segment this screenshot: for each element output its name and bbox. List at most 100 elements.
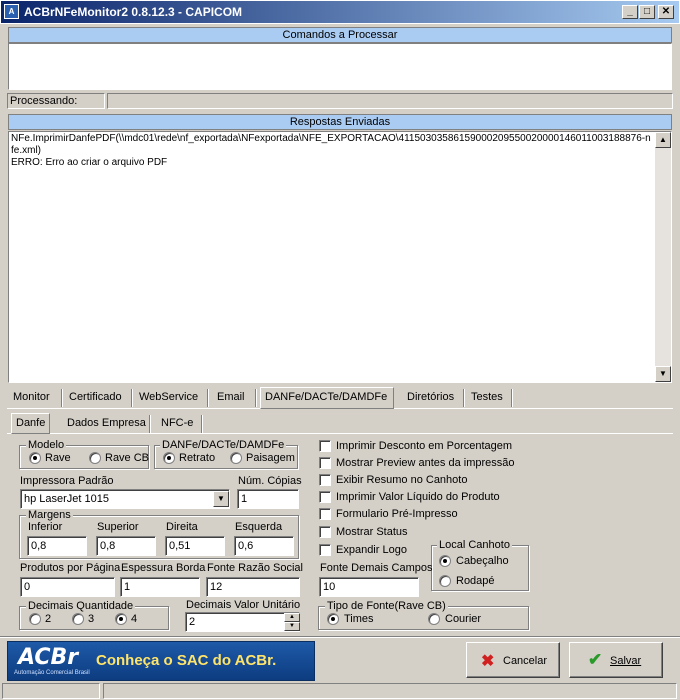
- paisagem-radio[interactable]: [230, 452, 242, 464]
- tab-separator: [511, 389, 512, 407]
- banner-slogan: Conheça o SAC do ACBr.: [96, 652, 277, 669]
- font-courier-radio[interactable]: [428, 613, 440, 625]
- copies-input[interactable]: 1: [237, 489, 299, 509]
- products-per-page-label: Produtos por Página: [20, 562, 121, 574]
- decimals-unit-label: Decimais Valor Unitário: [186, 599, 301, 611]
- close-button[interactable]: ✕: [658, 5, 674, 19]
- font-courier-label: Courier: [445, 613, 482, 625]
- decimals-qty-2-label: 2: [45, 613, 52, 625]
- minimize-button[interactable]: _: [622, 5, 638, 19]
- checkbox-show-preview-label: Mostrar Preview antes da impressão: [336, 457, 515, 469]
- responses-header: Respostas Enviadas: [8, 114, 672, 130]
- responses-scrollbar[interactable]: ▲ ▼: [655, 132, 671, 382]
- spin-up-icon[interactable]: ▲: [284, 613, 300, 622]
- stub-header-label: Cabeçalho: [456, 555, 509, 567]
- subtab-danfe[interactable]: Danfe: [11, 413, 51, 434]
- copies-label: Núm. Cópias: [238, 475, 302, 487]
- paisagem-label: Paisagem: [246, 452, 295, 464]
- checkbox-expand-logo-label: Expandir Logo: [336, 544, 407, 556]
- acbr-logo: ACBr: [18, 645, 79, 670]
- products-per-page-input[interactable]: 0: [20, 577, 115, 597]
- margin-inferior-input[interactable]: 0,8: [27, 536, 87, 556]
- checkmark-icon: ✔: [588, 650, 603, 669]
- margin-direita-label: Direita: [166, 521, 198, 533]
- commands-header: Comandos a Processar: [8, 27, 672, 43]
- tab-webservice[interactable]: WebService: [135, 388, 202, 408]
- stub-footer-radio[interactable]: [439, 575, 451, 587]
- save-button[interactable]: ✔ Salvar: [569, 642, 663, 678]
- font-company-input[interactable]: 12: [206, 577, 300, 597]
- border-thickness-label: Espessura Borda: [121, 562, 206, 574]
- cancel-button[interactable]: ✖ Cancelar: [466, 642, 560, 678]
- printer-value: hp LaserJet 1015: [24, 493, 110, 505]
- window-title: ACBrNFeMonitor2 0.8.12.3 - CAPICOM: [24, 5, 243, 19]
- printer-select[interactable]: hp LaserJet 1015: [20, 489, 230, 509]
- decimals-qty-4-radio[interactable]: [115, 613, 127, 625]
- decimals-unit-input[interactable]: 2: [185, 612, 300, 632]
- danfe-orientation-title: DANFe/DACTe/DAMDFe: [160, 439, 287, 451]
- save-button-label: Salvar: [610, 655, 642, 667]
- stub-location-title: Local Canhoto: [437, 539, 512, 551]
- checkbox-expand-logo[interactable]: [319, 544, 331, 556]
- tab-certificado[interactable]: Certificado: [65, 388, 126, 408]
- responses-text: NFe.ImprimirDanfePDF(\\mdc01\rede\nf_exp…: [11, 133, 651, 168]
- checkbox-discount-percent[interactable]: [319, 440, 331, 452]
- retrato-label: Retrato: [179, 452, 216, 464]
- responses-memo[interactable]: NFe.ImprimirDanfePDF(\\mdc01\rede\nf_exp…: [8, 131, 672, 383]
- margin-esquerda-input[interactable]: 0,6: [234, 536, 294, 556]
- tab-diretorios[interactable]: Diretórios: [403, 388, 458, 408]
- margin-superior-label: Superior: [97, 521, 139, 533]
- margin-direita-input[interactable]: 0,51: [165, 536, 225, 556]
- checkbox-preprinted-form-label: Formulario Pré-Impresso: [336, 508, 458, 520]
- tab-testes[interactable]: Testes: [467, 388, 507, 408]
- tab-monitor[interactable]: Monitor: [9, 388, 54, 408]
- checkbox-stub-summary[interactable]: [319, 474, 331, 486]
- font-times-radio[interactable]: [327, 613, 339, 625]
- acbr-banner[interactable]: ACBr Automação Comercial Brasil Conheça …: [7, 641, 315, 681]
- modelo-rave-label: Rave: [45, 452, 71, 464]
- tab-separator: [131, 389, 132, 407]
- retrato-radio[interactable]: [163, 452, 175, 464]
- decimals-qty-3-radio[interactable]: [72, 613, 84, 625]
- tab-separator: [61, 389, 62, 407]
- decimals-qty-title: Decimais Quantidade: [26, 600, 136, 612]
- checkbox-show-preview[interactable]: [319, 457, 331, 469]
- decimals-qty-2-radio[interactable]: [29, 613, 41, 625]
- tab-email[interactable]: Email: [213, 388, 249, 408]
- printer-label: Impressora Padrão: [20, 475, 114, 487]
- border-thickness-input[interactable]: 1: [120, 577, 200, 597]
- checkbox-net-value[interactable]: [319, 491, 331, 503]
- subtab-dados-empresa[interactable]: Dados Empresa: [63, 414, 150, 434]
- tab-separator: [255, 389, 256, 407]
- modelo-ravecb-radio[interactable]: [89, 452, 101, 464]
- subtab-nfce[interactable]: NFC-e: [157, 414, 197, 434]
- modelo-rave-radio[interactable]: [29, 452, 41, 464]
- main-tab-bar: Monitor Certificado WebService Email DAN…: [7, 387, 673, 409]
- checkbox-discount-percent-label: Imprimir Desconto em Porcentagem: [336, 440, 513, 452]
- status-panel-left: [2, 683, 100, 699]
- processing-label-panel: Processando:: [7, 93, 105, 109]
- cancel-button-label: Cancelar: [503, 655, 548, 667]
- stub-header-radio[interactable]: [439, 555, 451, 567]
- font-type-title: Tipo de Fonte(Rave CB): [325, 600, 448, 612]
- checkbox-stub-summary-label: Exibir Resumo no Canhoto: [336, 474, 468, 486]
- scroll-down-arrow-icon[interactable]: ▼: [655, 366, 671, 382]
- font-times-label: Times: [344, 613, 374, 625]
- cancel-x-icon: ✖: [481, 653, 495, 670]
- font-other-input[interactable]: 10: [319, 577, 419, 597]
- tab-separator: [201, 415, 202, 433]
- printer-dropdown-arrow-icon[interactable]: ▼: [213, 491, 229, 507]
- checkbox-preprinted-form[interactable]: [319, 508, 331, 520]
- app-icon: A: [4, 4, 19, 19]
- maximize-button[interactable]: □: [639, 5, 655, 19]
- commands-memo[interactable]: [8, 43, 672, 90]
- tab-danfe-dacte-damdfe[interactable]: DANFe/DACTe/DAMDFe: [260, 387, 394, 409]
- margin-esquerda-label: Esquerda: [235, 521, 283, 533]
- scroll-up-arrow-icon[interactable]: ▲: [655, 132, 671, 148]
- status-panel-right: [103, 683, 677, 699]
- spin-down-icon[interactable]: ▼: [284, 622, 300, 631]
- checkbox-show-status[interactable]: [319, 526, 331, 538]
- margin-superior-input[interactable]: 0,8: [96, 536, 156, 556]
- checkbox-net-value-label: Imprimir Valor Líquido do Produto: [336, 491, 500, 503]
- stub-footer-label: Rodapé: [456, 575, 495, 587]
